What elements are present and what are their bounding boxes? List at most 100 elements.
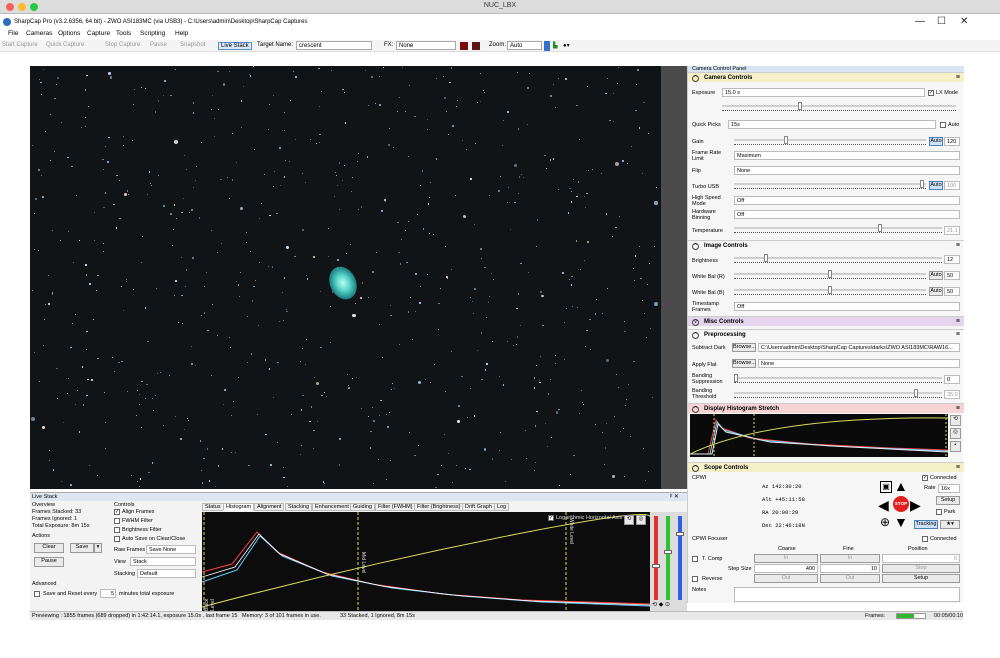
channel-sliders[interactable]: ⟲ ◆ ⊙ (650, 512, 687, 611)
maximize-icon[interactable]: ☐ (937, 16, 946, 27)
clear-button[interactable]: Clear (34, 543, 64, 553)
target-name-input[interactable]: crescent (296, 41, 372, 50)
rate-select[interactable]: 16x (938, 484, 960, 493)
quick-picks-select[interactable]: 15s (728, 120, 936, 129)
focuser-stop-button[interactable]: Stop (882, 564, 960, 573)
histogram-auto-icon[interactable]: ◎ (950, 428, 961, 439)
snapshot-button[interactable]: Snapshot (180, 42, 205, 48)
save-dropdown-icon[interactable]: ▾ (94, 543, 102, 553)
align-frames-checkbox[interactable]: ✓ (114, 509, 120, 515)
tab-log[interactable]: Log (494, 503, 510, 511)
exposure-input[interactable]: 15.0 s (722, 88, 925, 97)
menu-help[interactable]: Help (175, 30, 188, 37)
color-overlay-icon[interactable] (472, 42, 480, 50)
t-comp-checkbox[interactable] (692, 556, 698, 562)
fine-step-input[interactable]: 10 (820, 564, 880, 573)
tab-stacking[interactable]: Stacking (285, 503, 313, 511)
section-menu-icon[interactable]: ≡ (956, 330, 960, 340)
subtract-dark-select[interactable]: C:\Users\admin\Desktop\SharpCap Captures… (758, 343, 960, 352)
wb-b-auto-button[interactable]: Auto (929, 287, 943, 296)
exposure-slider[interactable] (722, 102, 956, 111)
histogram-tool-icon[interactable]: ▙ (553, 42, 558, 49)
preprocessing-header[interactable]: ^ Preprocessing ≡ (688, 329, 964, 339)
stop-capture-button[interactable]: Stop Capture (105, 42, 140, 48)
save-reset-checkbox[interactable] (34, 591, 40, 597)
section-menu-icon[interactable]: ≡ (956, 317, 960, 327)
view-select[interactable]: Stack (130, 557, 196, 566)
zoom-dropdown-icon[interactable] (544, 41, 550, 51)
tracking-options-icon[interactable]: ★▾ (940, 520, 960, 529)
brightness-filter-checkbox[interactable] (114, 527, 120, 533)
banding-suppression-value[interactable]: 0 (944, 375, 960, 384)
red-overlay-icon[interactable] (460, 42, 468, 50)
menu-tools[interactable]: Tools (116, 30, 131, 37)
live-image-view[interactable] (30, 66, 661, 489)
scope-connected-checkbox[interactable]: ✓ (922, 475, 928, 481)
tracking-button[interactable]: Tracking (914, 520, 938, 529)
scope-setup-button[interactable]: Setup (936, 496, 960, 505)
tab-drift-graph[interactable]: Drift Graph (462, 503, 495, 511)
minimize-icon[interactable]: — (915, 16, 925, 27)
white-bal-b-value[interactable]: 50 (944, 287, 960, 296)
park-checkbox[interactable] (936, 509, 942, 515)
wb-r-auto-button[interactable]: Auto (929, 271, 943, 280)
timestamp-select[interactable]: Off (734, 302, 960, 311)
camera-controls-header[interactable]: ^ Camera Controls ≡ (688, 72, 964, 82)
display-histogram[interactable] (690, 414, 948, 457)
coarse-in-button[interactable]: In (754, 554, 818, 563)
magnifier-icon[interactable]: ●▾ (563, 42, 570, 49)
tab-guiding[interactable]: Guiding (350, 503, 375, 511)
histogram-auto-icon[interactable]: ◎ (636, 515, 646, 525)
scope-controls-header[interactable]: ^ Scope Controls ≡ (688, 462, 964, 472)
white-bal-r-slider[interactable] (734, 270, 926, 279)
fwhm-filter-checkbox[interactable] (114, 518, 120, 524)
turbo-auto-button[interactable]: Auto (929, 181, 943, 190)
stack-histogram[interactable]: ✓ Logarithmic Horizontal Axis Mid Level … (202, 512, 687, 611)
collapse-icon[interactable]: ^ (692, 406, 699, 413)
turbo-usb-slider[interactable] (734, 180, 926, 189)
menu-cameras[interactable]: Cameras (26, 30, 52, 37)
gain-auto-button[interactable]: Auto (929, 137, 943, 146)
white-bal-b-slider[interactable] (734, 286, 926, 295)
move-west-icon[interactable]: ◀ (878, 498, 889, 512)
menu-options[interactable]: Options (58, 30, 80, 37)
tab-filter-brightness[interactable]: Filter (Brightness) (414, 503, 464, 511)
pause-button[interactable]: Pause (150, 42, 167, 48)
tab-histogram[interactable]: Histogram (223, 503, 255, 511)
high-speed-select[interactable]: Off (734, 196, 960, 205)
histogram-reset-icon[interactable]: ⟲ (950, 415, 961, 426)
tab-status[interactable]: Status (202, 503, 224, 511)
apply-flat-browse-button[interactable]: Browse... (732, 359, 756, 368)
crosshair-icon[interactable]: ⊕ (880, 516, 890, 528)
white-bal-r-value[interactable]: 50 (944, 271, 960, 280)
move-east-icon[interactable]: ▶ (910, 498, 921, 512)
menu-file[interactable]: File (8, 30, 18, 37)
collapse-icon[interactable]: ^ (692, 243, 699, 250)
frame-rate-select[interactable]: Maximum (734, 151, 960, 160)
section-menu-icon[interactable]: ≡ (956, 73, 960, 83)
histogram-save-icon[interactable]: ▪ (950, 441, 961, 452)
pause-button[interactable]: Pause (34, 557, 64, 567)
expand-icon[interactable]: v (692, 319, 699, 326)
banding-suppression-slider[interactable] (734, 374, 942, 383)
lx-mode-checkbox[interactable]: ✓ (928, 90, 934, 96)
gain-slider[interactable] (734, 136, 926, 145)
focuser-setup-button[interactable]: Setup (882, 574, 960, 583)
section-menu-icon[interactable]: ≡ (956, 241, 960, 251)
live-stack-button[interactable]: Live Stack (218, 42, 252, 50)
auto-save-checkbox[interactable] (114, 536, 120, 542)
tab-enhancement[interactable]: Enhancement (312, 503, 352, 511)
brightness-slider[interactable] (734, 254, 942, 263)
reverse-checkbox[interactable] (692, 576, 698, 582)
auto-exposure-checkbox[interactable] (940, 122, 946, 128)
raw-frames-select[interactable]: Save None (146, 545, 196, 554)
save-button[interactable]: Save (70, 543, 94, 553)
brightness-value[interactable]: 12 (944, 255, 960, 264)
live-stack-close-icon[interactable]: ᵖ ✕ (670, 493, 679, 500)
fine-out-button[interactable]: Out (820, 574, 880, 583)
hardware-binning-select[interactable]: Off (734, 210, 960, 219)
slider-reset-icon[interactable]: ⟲ ◆ ⊙ (652, 601, 670, 608)
move-south-icon[interactable]: ▼ (894, 515, 908, 529)
image-controls-header[interactable]: ^ Image Controls ≡ (688, 240, 964, 250)
section-menu-icon[interactable]: ≡ (956, 404, 960, 414)
